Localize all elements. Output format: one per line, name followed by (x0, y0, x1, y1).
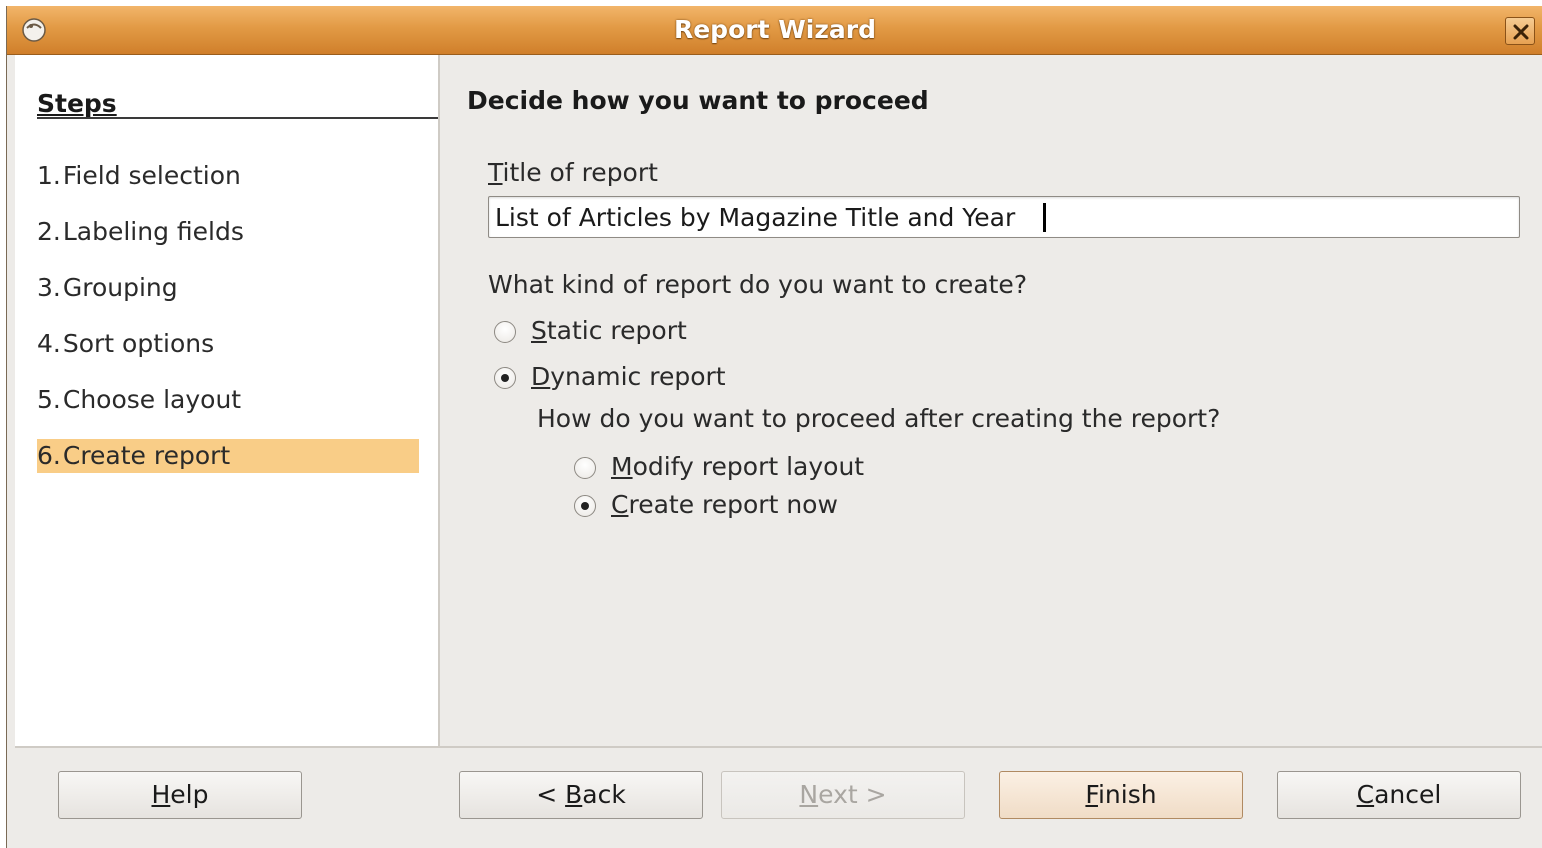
static-report-label[interactable]: Static report (531, 316, 687, 345)
proceed-question: How do you want to proceed after creatin… (537, 404, 1221, 433)
modify-layout-radio[interactable] (574, 457, 596, 479)
next-button[interactable]: Next > (721, 771, 965, 819)
step-number: 2. (37, 217, 61, 246)
cancel-button[interactable]: Cancel (1277, 771, 1521, 819)
dynamic-report-label[interactable]: Dynamic report (531, 362, 726, 391)
bottom-divider (15, 746, 1542, 748)
step-create-report[interactable]: 6.Create report (37, 439, 419, 473)
step-labeling-fields[interactable]: 2.Labeling fields (37, 215, 419, 249)
page-heading: Decide how you want to proceed (467, 86, 929, 115)
title-bar[interactable]: Report Wizard (7, 6, 1542, 55)
back-button[interactable]: < Back (459, 771, 703, 819)
steps-heading: Steps (37, 89, 117, 118)
step-number: 5. (37, 385, 61, 414)
step-label: Grouping (62, 273, 178, 302)
create-now-radio[interactable] (574, 495, 596, 517)
report-kind-question: What kind of report do you want to creat… (488, 270, 1028, 299)
step-number: 1. (37, 161, 61, 190)
step-number: 6. (37, 441, 61, 470)
step-label: Choose layout (62, 385, 242, 414)
title-of-report-label: Title of report (488, 158, 658, 187)
steps-panel: Steps 1.Field selection 2.Labeling field… (15, 55, 440, 746)
help-button[interactable]: Help (58, 771, 302, 819)
step-choose-layout[interactable]: 5.Choose layout (37, 383, 419, 417)
text-cursor (1043, 203, 1046, 232)
close-button[interactable] (1505, 17, 1535, 45)
step-number: 3. (37, 273, 61, 302)
window-title: Report Wizard (673, 15, 877, 44)
step-grouping[interactable]: 3.Grouping (37, 271, 419, 305)
step-label: Create report (62, 441, 231, 470)
step-label: Labeling fields (62, 217, 244, 246)
step-label: Field selection (62, 161, 241, 190)
dynamic-report-radio[interactable] (494, 367, 516, 389)
steps-divider (37, 117, 438, 119)
report-wizard-window: Report Wizard Steps 1.Field selection 2.… (6, 6, 1542, 848)
step-number: 4. (37, 329, 61, 358)
report-title-input[interactable] (488, 196, 1520, 238)
modify-layout-label[interactable]: Modify report layout (611, 452, 864, 481)
step-field-selection[interactable]: 1.Field selection (37, 159, 419, 193)
step-sort-options[interactable]: 4.Sort options (37, 327, 419, 361)
create-now-label[interactable]: Create report now (611, 490, 838, 519)
finish-button[interactable]: Finish (999, 771, 1243, 819)
close-icon (1513, 24, 1529, 40)
static-report-radio[interactable] (494, 321, 516, 343)
step-label: Sort options (62, 329, 215, 358)
